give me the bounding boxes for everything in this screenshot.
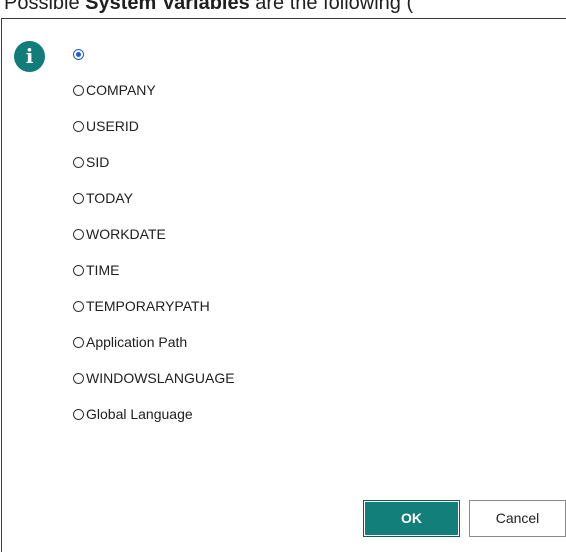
option-sid[interactable]: SID bbox=[73, 152, 235, 188]
options-list: COMPANY USERID SID TODAY WORKDATE TIME T… bbox=[73, 44, 235, 440]
radio-temporarypath[interactable] bbox=[73, 301, 84, 312]
ok-button[interactable]: OK bbox=[363, 500, 460, 537]
radio-time[interactable] bbox=[73, 265, 84, 276]
option-label: WORKDATE bbox=[86, 226, 166, 242]
option-label: TIME bbox=[86, 262, 120, 278]
radio-global-language[interactable] bbox=[73, 409, 84, 420]
intro-text: Possible System Variables are the follow… bbox=[4, 0, 413, 15]
radio-application-path[interactable] bbox=[73, 337, 84, 348]
option-time[interactable]: TIME bbox=[73, 260, 235, 296]
option-label: TEMPORARYPATH bbox=[86, 298, 210, 314]
option-label: WINDOWSLANGUAGE bbox=[86, 370, 235, 386]
radio-workdate[interactable] bbox=[73, 229, 84, 240]
option-temporarypath[interactable]: TEMPORARYPATH bbox=[73, 296, 235, 332]
intro-bold: System Variables bbox=[85, 0, 250, 14]
radio-sid[interactable] bbox=[73, 157, 84, 168]
radio-windowslanguage[interactable] bbox=[73, 373, 84, 384]
option-label: SID bbox=[86, 154, 110, 170]
intro-suffix: are the following ( bbox=[249, 0, 414, 14]
option-label: Global Language bbox=[86, 406, 193, 422]
option-today[interactable]: TODAY bbox=[73, 188, 235, 224]
option-windowslanguage[interactable]: WINDOWSLANGUAGE bbox=[73, 368, 235, 404]
radio-today[interactable] bbox=[73, 193, 84, 204]
option-blank[interactable] bbox=[73, 44, 235, 80]
option-global-language[interactable]: Global Language bbox=[73, 404, 235, 440]
option-label: USERID bbox=[86, 118, 139, 134]
system-variable-dialog: i COMPANY USERID SID TODAY WORKDATE TIME… bbox=[1, 18, 566, 552]
option-company[interactable]: COMPANY bbox=[73, 80, 235, 116]
page: Possible System Variables are the follow… bbox=[0, 0, 566, 552]
radio-userid[interactable] bbox=[73, 121, 84, 132]
option-label: COMPANY bbox=[86, 82, 156, 98]
option-label: Application Path bbox=[86, 334, 188, 350]
radio-blank[interactable] bbox=[73, 49, 84, 60]
option-label: TODAY bbox=[86, 190, 133, 206]
info-icon: i bbox=[14, 41, 45, 72]
option-userid[interactable]: USERID bbox=[73, 116, 235, 152]
radio-company[interactable] bbox=[73, 85, 84, 96]
intro-prefix: Possible bbox=[4, 0, 86, 14]
cancel-button[interactable]: Cancel bbox=[469, 500, 566, 537]
option-workdate[interactable]: WORKDATE bbox=[73, 224, 235, 260]
option-application-path[interactable]: Application Path bbox=[73, 332, 235, 368]
